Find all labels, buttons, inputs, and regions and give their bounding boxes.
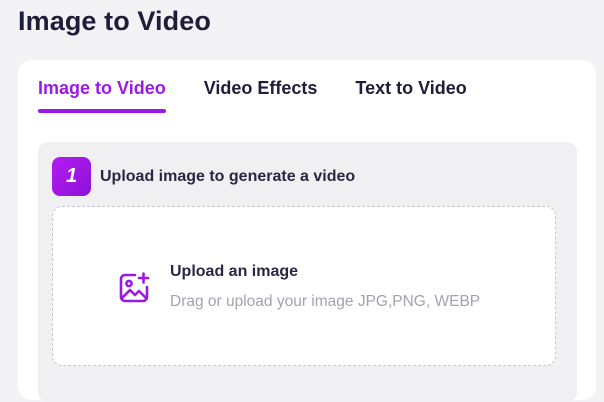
step-label: Upload image to generate a video (100, 167, 356, 185)
page-title: Image to Video (18, 6, 211, 36)
image-add-icon (119, 272, 150, 303)
upload-hint: Drag or upload your image JPG,PNG, WEBP (170, 293, 481, 310)
tab-image-to-video[interactable]: Image to Video (38, 78, 166, 113)
tab-video-effects[interactable]: Video Effects (204, 78, 318, 113)
generator-card: Image to Video Video Effects Text to Vid… (18, 60, 596, 402)
step-number-badge: 1 (52, 157, 91, 196)
tab-text-to-video[interactable]: Text to Video (355, 78, 466, 113)
image-dropzone[interactable]: Upload an image Drag or upload your imag… (52, 206, 556, 366)
step-header: 1 Upload image to generate a video (52, 157, 355, 196)
mode-tabs: Image to Video Video Effects Text to Vid… (38, 78, 467, 113)
upload-title: Upload an image (170, 263, 299, 280)
upload-panel: 1 Upload image to generate a video Uploa… (38, 142, 577, 402)
